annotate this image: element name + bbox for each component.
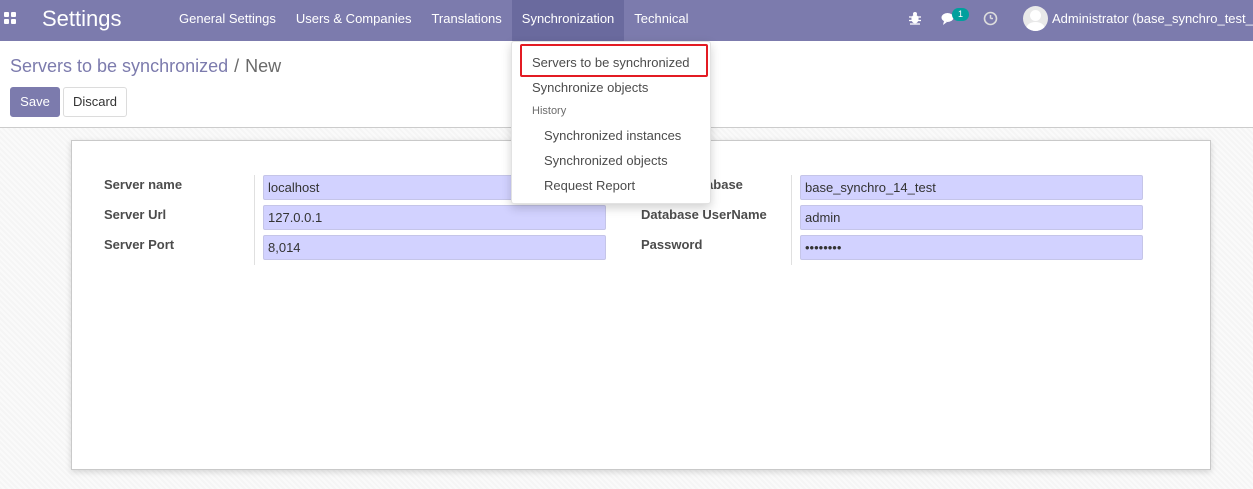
dropdown-item-synchronized-instances[interactable]: Synchronized instances [544,128,681,143]
dropdown-item-synchronized-objects[interactable]: Synchronized objects [544,153,668,168]
dropdown-item-request-report[interactable]: Request Report [544,178,635,193]
server-url-field[interactable]: 127.0.0.1 [263,205,606,230]
user-avatar[interactable] [1023,6,1048,31]
save-button[interactable]: Save [10,87,60,117]
dropdown-item-synchronize-objects[interactable]: Synchronize objects [532,80,648,95]
server-name-label: Server name [104,177,183,192]
main-menu: General Settings Users & Companies Trans… [169,0,698,41]
breadcrumb-separator: / [234,56,240,76]
left-group-divider [254,175,255,265]
activity-clock-icon[interactable] [983,11,998,26]
database-username-field[interactable]: admin [800,205,1143,230]
server-database-field[interactable]: base_synchro_14_test [800,175,1143,200]
password-label: Password [641,237,703,252]
breadcrumb-parent-link[interactable]: Servers to be synchronized [10,56,228,76]
right-group-divider [791,175,792,265]
menu-translations[interactable]: Translations [421,0,511,41]
debug-bug-icon[interactable] [908,11,922,25]
database-username-label: Database UserName [641,207,767,222]
top-navbar: Settings General Settings Users & Compan… [0,0,1253,41]
apps-grid-icon[interactable] [4,12,18,26]
menu-synchronization[interactable]: Synchronization [511,0,625,41]
breadcrumb: Servers to be synchronized / New [10,56,281,77]
discard-button[interactable]: Discard [63,87,127,117]
server-port-field[interactable]: 8,014 [263,235,606,260]
menu-general-settings[interactable]: General Settings [169,0,286,41]
menu-technical[interactable]: Technical [624,0,698,41]
user-menu-name[interactable]: Administrator (base_synchro_test_ [1052,11,1253,26]
password-field[interactable]: •••••••• [800,235,1143,260]
app-title: Settings [42,6,122,31]
menu-users-companies[interactable]: Users & Companies [286,0,422,41]
server-url-label: Server Url [104,207,167,222]
server-port-label: Server Port [104,237,175,252]
dropdown-section-history: History [532,105,567,117]
chat-count-badge: 1 [952,8,969,21]
synchronization-dropdown-menu: Servers to be synchronized Synchronize o… [511,41,711,204]
breadcrumb-current: New [245,56,282,76]
dropdown-item-servers-to-be-synchronized[interactable]: Servers to be synchronized [532,55,690,70]
